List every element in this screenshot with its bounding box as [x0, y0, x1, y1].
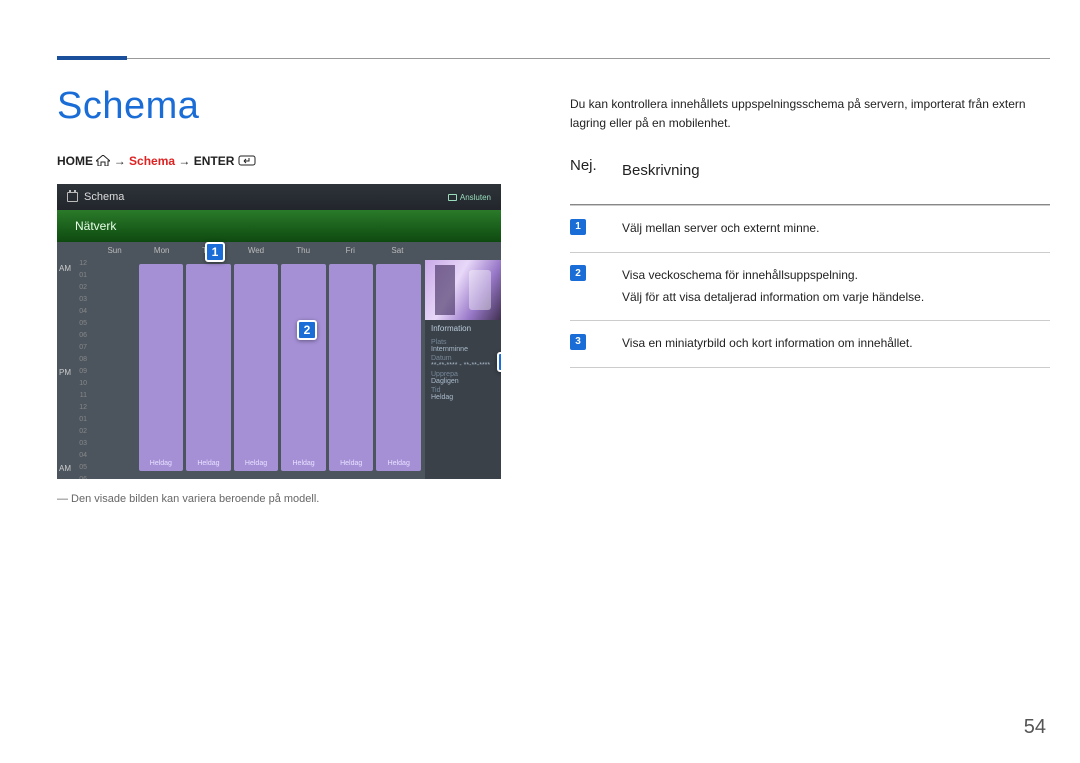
screenshot-header: Schema Ansluten — [57, 184, 501, 210]
description-table: Nej. Beskrivning 1 Välj mellan server oc… — [570, 157, 1050, 367]
col-wed[interactable]: Heldag — [234, 260, 279, 479]
th-desc: Beskrivning — [622, 157, 1050, 194]
accent-bar — [57, 56, 127, 60]
col-fri[interactable]: Heldag — [329, 260, 374, 479]
source-tab-bar: Nätverk — [57, 210, 501, 242]
event[interactable]: Heldag — [139, 264, 184, 471]
timeline: Sun Mon Tue Wed Thu Fri Sat AM PM AM 120… — [57, 242, 501, 479]
breadcrumb-arrow: → — [178, 154, 190, 168]
event[interactable]: Heldag — [186, 264, 231, 471]
day-wed: Wed — [232, 246, 279, 260]
day-thu: Thu — [280, 246, 327, 260]
col-mon[interactable]: Heldag — [139, 260, 184, 479]
callout-2: 2 — [297, 320, 317, 340]
col-sun[interactable] — [91, 260, 136, 479]
connected-label: Ansluten — [460, 193, 491, 202]
tab-network[interactable]: Nätverk — [75, 219, 116, 233]
event[interactable]: Heldag — [281, 264, 326, 471]
info-repeat-label: Upprepa — [431, 371, 495, 378]
left-column: Schema HOME → Schema → ENTER Schema Ansl… — [57, 85, 517, 505]
connected-status: Ansluten — [448, 193, 491, 202]
row-desc-2: Visa veckoschema för innehållsuppspelnin… — [622, 265, 1050, 308]
callout-1: 1 — [205, 242, 225, 262]
monitor-icon — [448, 194, 457, 201]
table-row: 2 Visa veckoschema för innehållsuppspeln… — [570, 252, 1050, 320]
info-time: Heldag — [431, 394, 495, 401]
day-sat: Sat — [374, 246, 421, 260]
col-sat[interactable]: Heldag — [376, 260, 421, 479]
calendar-icon — [67, 192, 78, 202]
day-header-row: Sun Mon Tue Wed Thu Fri Sat — [91, 246, 421, 260]
event[interactable]: Heldag — [234, 264, 279, 471]
callout-3: 3 — [497, 352, 501, 372]
th-no: Nej. — [570, 157, 622, 194]
day-sun: Sun — [91, 246, 138, 260]
breadcrumb-schema: Schema — [129, 154, 175, 168]
screenshot-title: Schema — [84, 191, 124, 203]
right-column: Du kan kontrollera innehållets uppspelni… — [570, 95, 1050, 368]
event[interactable]: Heldag — [329, 264, 374, 471]
footnote: ― Den visade bilden kan variera beroende… — [57, 493, 517, 505]
page-number: 54 — [1024, 716, 1046, 739]
intro-text: Du kan kontrollera innehållets uppspelni… — [570, 95, 1050, 133]
col-thu[interactable]: Heldag — [281, 260, 326, 479]
breadcrumb: HOME → Schema → ENTER — [57, 154, 517, 168]
table-row: 1 Välj mellan server och externt minne. — [570, 205, 1050, 252]
breadcrumb-enter: ENTER — [194, 154, 235, 168]
row-desc-1: Välj mellan server och externt minne. — [622, 218, 1050, 240]
info-repeat: Dagligen — [431, 378, 495, 385]
event[interactable]: Heldag — [376, 264, 421, 471]
schedule-grid[interactable]: Heldag Heldag Heldag Heldag Heldag Helda… — [91, 260, 421, 479]
table-head: Nej. Beskrivning — [570, 157, 1050, 205]
info-time-label: Tid — [431, 387, 495, 394]
day-fri: Fri — [327, 246, 374, 260]
horizontal-rule — [57, 58, 1050, 59]
info-panel: Information Plats Internminne Datum **-*… — [425, 260, 501, 479]
info-title: Information — [425, 320, 501, 337]
content-thumbnail — [425, 260, 501, 320]
breadcrumb-home: HOME — [57, 154, 93, 168]
breadcrumb-arrow: → — [114, 154, 126, 168]
hour-column: 1201020304050607080910111201020304050607… — [57, 260, 91, 479]
row-badge-3: 3 — [570, 334, 586, 350]
info-place-label: Plats — [431, 339, 495, 346]
enter-icon — [238, 155, 256, 166]
info-date: **-**-**** - **-**-**** — [431, 362, 495, 369]
row-badge-2: 2 — [570, 265, 586, 281]
page-title: Schema — [57, 85, 517, 128]
col-tue[interactable]: Heldag — [186, 260, 231, 479]
screenshot-panel: Schema Ansluten Nätverk Sun Mon Tue Wed … — [57, 184, 501, 479]
row-badge-1: 1 — [570, 219, 586, 235]
home-icon — [96, 155, 110, 166]
info-date-label: Datum — [431, 355, 495, 362]
info-place: Internminne — [431, 346, 495, 353]
table-row: 3 Visa en miniatyrbild och kort informat… — [570, 320, 1050, 368]
row-desc-3: Visa en miniatyrbild och kort informatio… — [622, 333, 1050, 355]
day-mon: Mon — [138, 246, 185, 260]
